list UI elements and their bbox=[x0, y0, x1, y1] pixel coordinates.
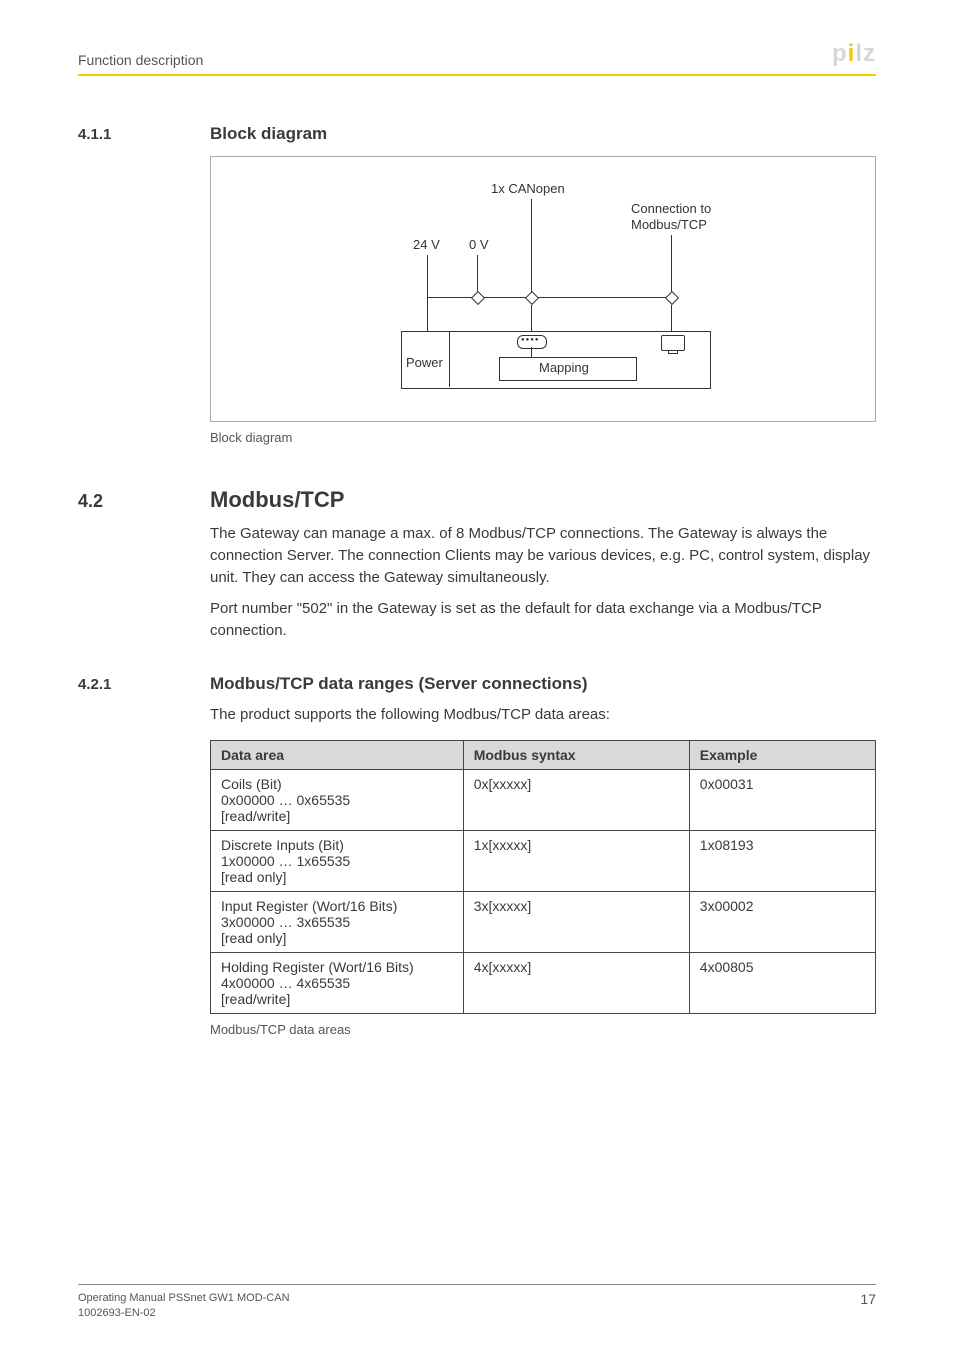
col-header: Modbus syntax bbox=[463, 740, 689, 769]
modbus-data-ranges-table: Data area Modbus syntax Example Coils (B… bbox=[210, 740, 876, 1014]
diagram-line bbox=[449, 331, 450, 387]
table-caption: Modbus/TCP data areas bbox=[210, 1022, 876, 1037]
breadcrumb: Function description bbox=[78, 52, 203, 68]
section-4-1-1-heading: 4.1.1 Block diagram bbox=[78, 124, 876, 144]
cell-example: 3x00002 bbox=[689, 891, 875, 952]
block-diagram-figure: 1x CANopen Connection to Modbus/TCP 24 V… bbox=[210, 156, 876, 422]
section-title: Modbus/TCP bbox=[210, 487, 344, 513]
text: [read/write] bbox=[221, 991, 290, 1007]
can-connector-icon bbox=[517, 335, 547, 349]
figure-caption: Block diagram bbox=[210, 430, 876, 445]
cell-syntax: 0x[xxxxx] bbox=[463, 769, 689, 830]
table-row: Coils (Bit) 0x00000 … 0x65535 [read/writ… bbox=[211, 769, 876, 830]
cell-syntax: 3x[xxxxx] bbox=[463, 891, 689, 952]
text: Discrete Inputs (Bit) bbox=[221, 837, 344, 853]
section-number: 4.1.1 bbox=[78, 126, 210, 143]
cell-data-area: Holding Register (Wort/16 Bits) 4x00000 … bbox=[211, 952, 464, 1013]
section-number: 4.2 bbox=[78, 491, 210, 512]
section-4-2-1-heading: 4.2.1 Modbus/TCP data ranges (Server con… bbox=[78, 674, 876, 694]
label-24v: 24 V bbox=[413, 237, 440, 252]
label-canopen: 1x CANopen bbox=[491, 181, 565, 196]
text: [read/write] bbox=[221, 808, 290, 824]
section-number: 4.2.1 bbox=[78, 676, 210, 693]
page-footer: Operating Manual PSSnet GW1 MOD-CAN 1002… bbox=[78, 1284, 876, 1320]
label-conn-line1: Connection to bbox=[631, 201, 711, 216]
table-row: Input Register (Wort/16 Bits) 3x00000 … … bbox=[211, 891, 876, 952]
label-conn-line2: Modbus/TCP bbox=[631, 217, 707, 232]
table-row: Holding Register (Wort/16 Bits) 4x00000 … bbox=[211, 952, 876, 1013]
cell-data-area: Coils (Bit) 0x00000 … 0x65535 [read/writ… bbox=[211, 769, 464, 830]
text: 4x00000 … 4x65535 bbox=[221, 975, 350, 991]
cell-data-area: Discrete Inputs (Bit) 1x00000 … 1x65535 … bbox=[211, 830, 464, 891]
paragraph: The Gateway can manage a max. of 8 Modbu… bbox=[210, 523, 876, 588]
cell-example: 1x08193 bbox=[689, 830, 875, 891]
text: [read only] bbox=[221, 930, 286, 946]
col-header: Example bbox=[689, 740, 875, 769]
diagram-line bbox=[427, 297, 673, 298]
text: Coils (Bit) bbox=[221, 776, 282, 792]
brand-logo: pilz bbox=[832, 40, 876, 68]
text: 0x00000 … 0x65535 bbox=[221, 792, 350, 808]
text: 3x00000 … 3x65535 bbox=[221, 914, 350, 930]
section-title: Modbus/TCP data ranges (Server connectio… bbox=[210, 674, 588, 694]
cell-data-area: Input Register (Wort/16 Bits) 3x00000 … … bbox=[211, 891, 464, 952]
node-marker-icon bbox=[471, 291, 485, 305]
cell-syntax: 4x[xxxxx] bbox=[463, 952, 689, 1013]
label-power: Power bbox=[406, 355, 443, 370]
text: 1x00000 … 1x65535 bbox=[221, 853, 350, 869]
text: [read only] bbox=[221, 869, 286, 885]
header-rule bbox=[78, 74, 876, 76]
table-header-row: Data area Modbus syntax Example bbox=[211, 740, 876, 769]
text: Holding Register (Wort/16 Bits) bbox=[221, 959, 414, 975]
cell-syntax: 1x[xxxxx] bbox=[463, 830, 689, 891]
node-marker-icon bbox=[665, 291, 679, 305]
paragraph: The product supports the following Modbu… bbox=[210, 704, 876, 726]
cell-example: 0x00031 bbox=[689, 769, 875, 830]
label-0v: 0 V bbox=[469, 237, 489, 252]
section-title: Block diagram bbox=[210, 124, 327, 144]
cell-example: 4x00805 bbox=[689, 952, 875, 1013]
section-4-2-heading: 4.2 Modbus/TCP bbox=[78, 487, 876, 513]
diagram-line bbox=[531, 347, 532, 357]
diagram-line bbox=[531, 305, 532, 331]
footer-doc-title: Operating Manual PSSnet GW1 MOD-CAN bbox=[78, 1292, 290, 1304]
footer-doc-number: 1002693-EN-02 bbox=[78, 1307, 156, 1319]
ethernet-port-icon bbox=[661, 335, 685, 351]
table-row: Discrete Inputs (Bit) 1x00000 … 1x65535 … bbox=[211, 830, 876, 891]
label-mapping: Mapping bbox=[539, 360, 589, 375]
diagram-line bbox=[427, 255, 428, 331]
diagram-line bbox=[671, 305, 672, 331]
node-marker-icon bbox=[525, 291, 539, 305]
diagram-line bbox=[531, 199, 532, 297]
paragraph: Port number "502" in the Gateway is set … bbox=[210, 598, 876, 642]
page-number: 17 bbox=[860, 1291, 876, 1320]
diagram-line bbox=[671, 235, 672, 297]
col-header: Data area bbox=[211, 740, 464, 769]
text: Input Register (Wort/16 Bits) bbox=[221, 898, 397, 914]
